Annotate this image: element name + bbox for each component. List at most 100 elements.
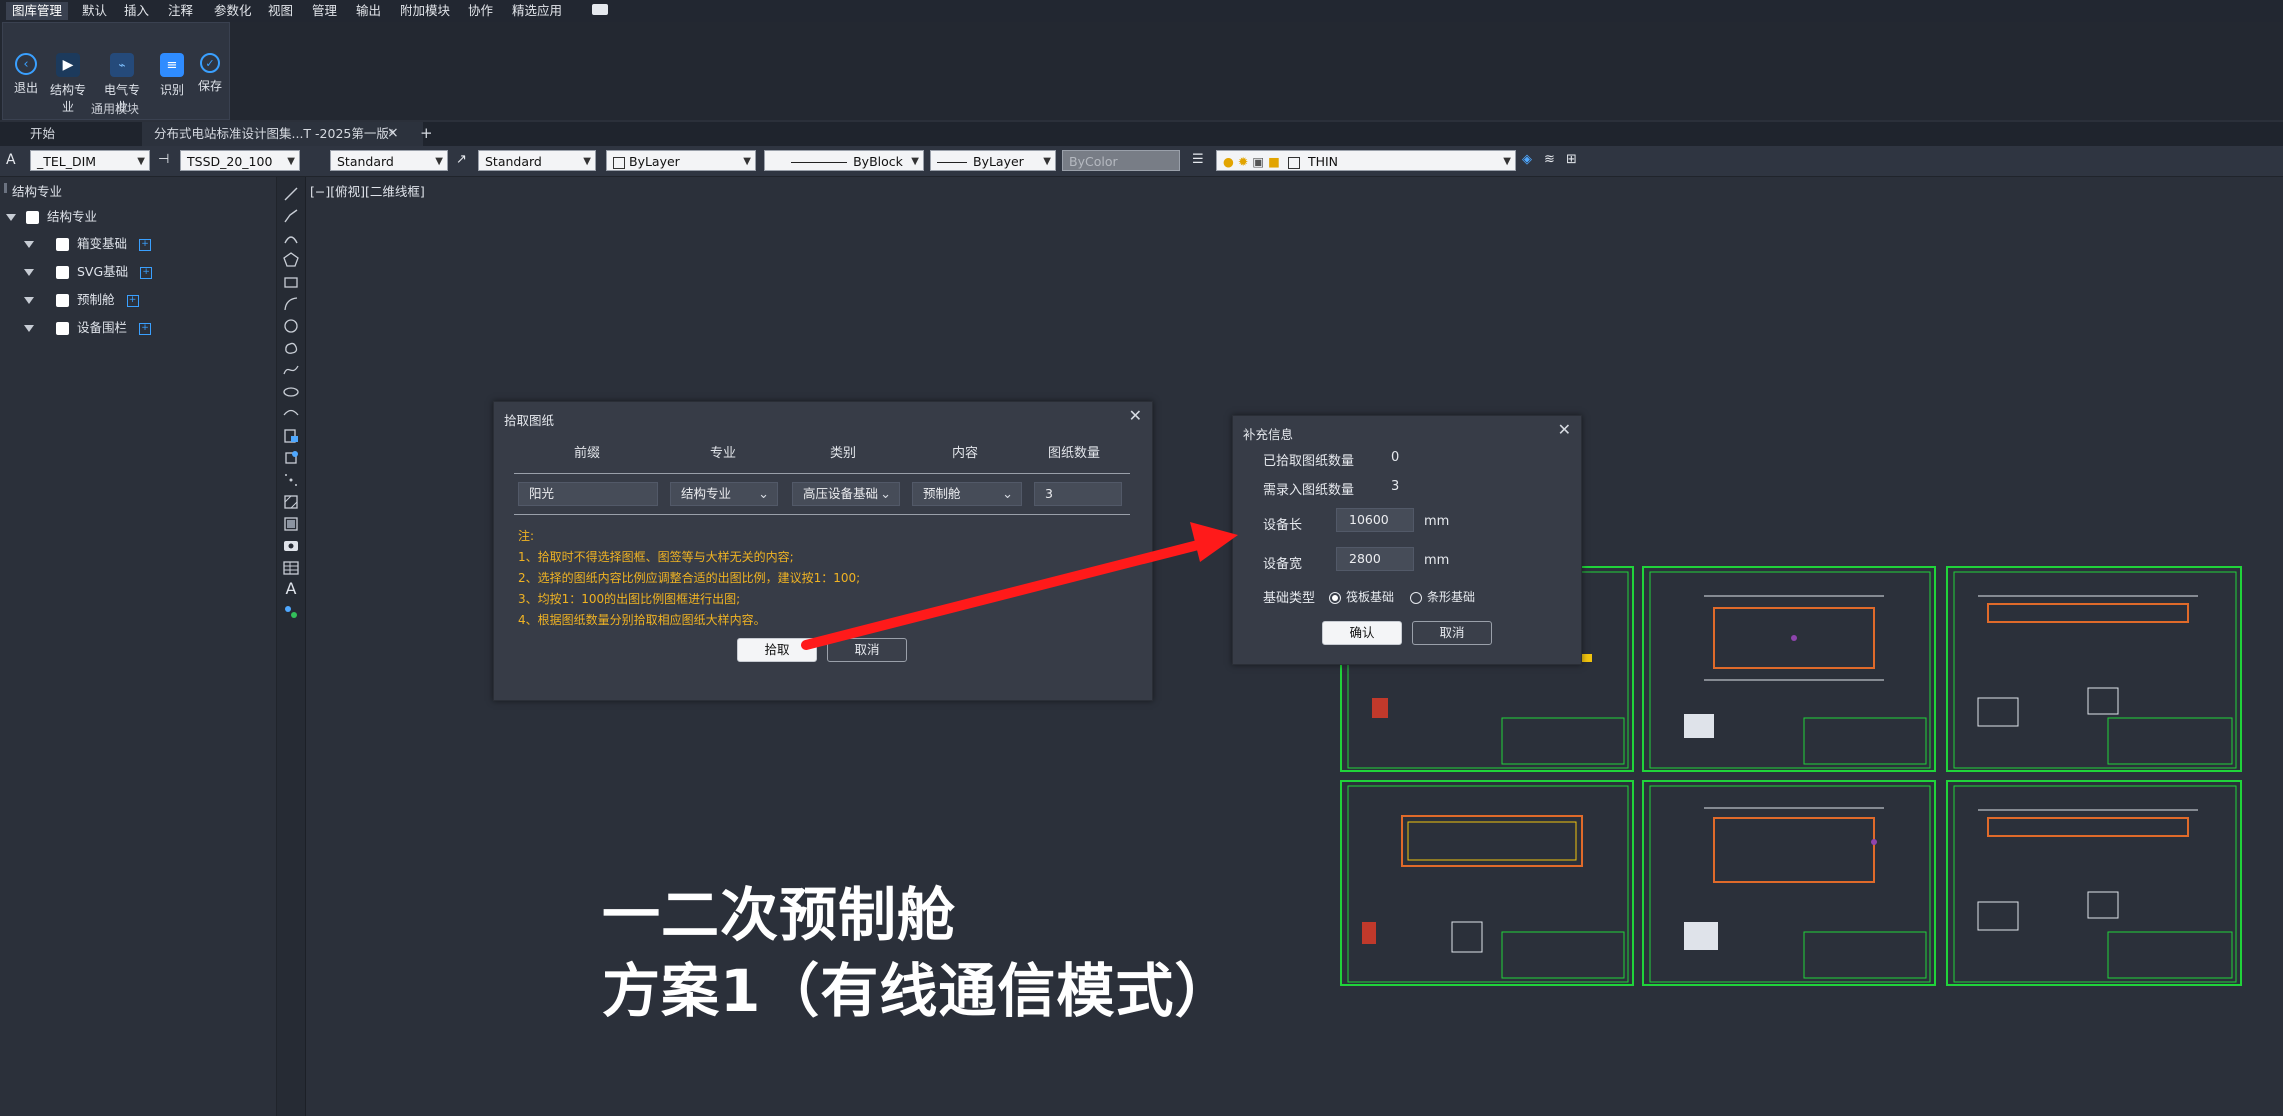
layer-isolate-icon[interactable]: ⊞ [1566,152,1584,170]
layer-previous-icon[interactable]: ≋ [1544,152,1562,170]
layer-manager-icon[interactable]: ☰ [1192,152,1210,170]
make-block-icon[interactable] [282,449,300,467]
layer-state-icon[interactable]: ◈ [1522,152,1540,170]
spline-tool-icon[interactable] [282,361,300,379]
electrical-button[interactable]: ⌁ 电气专业 [99,51,145,114]
viewport-label[interactable]: [−][俯视][二维线框] [310,181,425,200]
tree-item-svg-foundation[interactable]: SVG基础 + [24,261,153,283]
textstyle-select[interactable]: TSSD_20_100 ▼ [180,150,300,171]
arc-tool-icon[interactable] [282,229,300,247]
point-tool-icon[interactable] [282,471,300,489]
gradient-tool-icon[interactable] [282,515,300,533]
save-button[interactable]: ✓ 保存 [187,51,233,105]
tree-item-prefab-cabin[interactable]: 预制舱 + [24,289,139,311]
count-input[interactable]: 3 [1034,482,1122,506]
chevron-down-icon: ▼ [287,156,295,167]
lineweight-select[interactable]: ByLayer ▼ [930,150,1056,171]
menu-item-library[interactable]: 图库管理 [6,2,69,20]
add-tab-icon[interactable]: + [420,124,433,142]
polyline-tool-icon[interactable] [282,207,300,225]
line-tool-icon[interactable] [282,185,300,203]
prefix-input[interactable]: 阳光 [518,482,658,506]
tree-item-label: 设备围栏 [77,320,128,335]
checkbox-item[interactable] [56,266,69,279]
menu-item-manage[interactable]: 管理 [306,2,343,20]
tree-root[interactable]: 结构专业 [6,206,97,228]
polygon-tool-icon[interactable] [282,251,300,269]
confirm-button[interactable]: 确认 [1322,621,1402,645]
checkbox-item[interactable] [56,322,69,335]
video-icon[interactable] [592,4,608,15]
info-cancel-button[interactable]: 取消 [1412,621,1492,645]
raft-foundation-radio[interactable]: 筏板基础 [1329,588,1394,605]
tab-close-icon[interactable]: × [387,125,399,141]
revcloud-tool-icon[interactable] [282,339,300,357]
collapse-triangle-icon[interactable] [6,214,16,221]
needed-count-value: 3 [1391,479,1400,494]
curve-tool-icon[interactable] [282,295,300,313]
ellipse-arc-tool-icon[interactable] [282,405,300,423]
drawing-sheet[interactable] [1340,780,1634,986]
drawing-sheet[interactable] [1642,780,1936,986]
menu-item-view[interactable]: 视图 [262,2,299,20]
drawing-sheet[interactable] [1642,566,1936,772]
menu-item-annotate[interactable]: 注释 [162,2,199,20]
pick-cancel-button[interactable]: 取消 [827,638,907,662]
close-icon[interactable]: ✕ [1558,420,1571,439]
checkbox-item[interactable] [56,294,69,307]
color-select[interactable]: ByLayer ▼ [606,150,756,171]
menu-item-collab[interactable]: 协作 [462,2,499,20]
menu-item-parametric[interactable]: 参数化 [208,2,258,20]
menu-item-output[interactable]: 输出 [350,2,387,20]
mtext-tool-icon[interactable]: A [282,579,300,598]
hatch-tool-icon[interactable] [282,493,300,511]
tab-document[interactable]: 分布式电站标准设计图集...T -2025第一版* [142,122,424,146]
tree-item-fence[interactable]: 设备围栏 + [24,317,152,339]
menu-item-default[interactable]: 默认 [76,2,113,20]
mleaderstyle-select[interactable]: Standard ▼ [478,150,596,171]
structure-button[interactable]: ▶ 结构专业 [45,51,91,114]
collapse-triangle-icon[interactable] [24,325,34,332]
content-select[interactable]: 预制舱 ⌄ [912,482,1022,506]
tree-item-label: 预制舱 [77,292,115,307]
length-input[interactable]: 10600 [1336,508,1414,532]
tablestyle-select[interactable]: Standard ▼ [330,150,448,171]
table-tool-icon[interactable] [282,559,300,577]
tab-start[interactable]: 开始 [18,122,67,146]
collapse-triangle-icon[interactable] [24,241,34,248]
multileader-icon: ↗ [456,152,467,167]
pick-button[interactable]: 拾取 [737,638,817,662]
collapse-triangle-icon[interactable] [24,297,34,304]
menu-item-addons[interactable]: 附加模块 [394,2,456,20]
exit-button[interactable]: ‹ 退出 [3,51,49,105]
expand-plus-icon[interactable]: + [139,238,152,251]
rectangle-tool-icon[interactable] [282,273,300,291]
drawing-sheet[interactable] [1946,566,2242,772]
drawing-sheet[interactable] [1946,780,2242,986]
discipline-select[interactable]: 结构专业 ⌄ [670,482,778,506]
linetype-select[interactable]: ByBlock ▼ [764,150,924,171]
drawing-sheet-content [1649,785,1931,983]
circle-tool-icon[interactable] [282,317,300,335]
dimstyle-select[interactable]: _TEL_DIM ▼ [30,150,150,171]
add-selected-icon[interactable] [282,603,300,621]
close-icon[interactable]: ✕ [1129,406,1142,425]
tree-item-transformer-foundation[interactable]: 箱变基础 + [24,233,152,255]
menu-item-featured[interactable]: 精选应用 [506,2,568,20]
dimstyle-value: _TEL_DIM [37,154,97,169]
insert-block-icon[interactable] [282,427,300,445]
layer-select[interactable]: ● ✹ ▣ ■ THIN ▼ [1216,150,1516,171]
note-line: 2、选择的图纸内容比例应调整合适的出图比例，建议按1：100; [518,571,861,585]
expand-plus-icon[interactable]: + [139,322,152,335]
expand-plus-icon[interactable]: + [126,294,139,307]
checkbox-root[interactable] [26,211,39,224]
checkbox-item[interactable] [56,238,69,251]
category-select[interactable]: 高压设备基础 ⌄ [792,482,900,506]
expand-plus-icon[interactable]: + [140,266,153,279]
menu-item-insert[interactable]: 插入 [118,2,155,20]
width-input[interactable]: 2800 [1336,547,1414,571]
strip-foundation-radio[interactable]: 条形基础 [1410,588,1475,605]
ellipse-tool-icon[interactable] [282,383,300,401]
collapse-triangle-icon[interactable] [24,269,34,276]
region-tool-icon[interactable] [282,537,300,555]
